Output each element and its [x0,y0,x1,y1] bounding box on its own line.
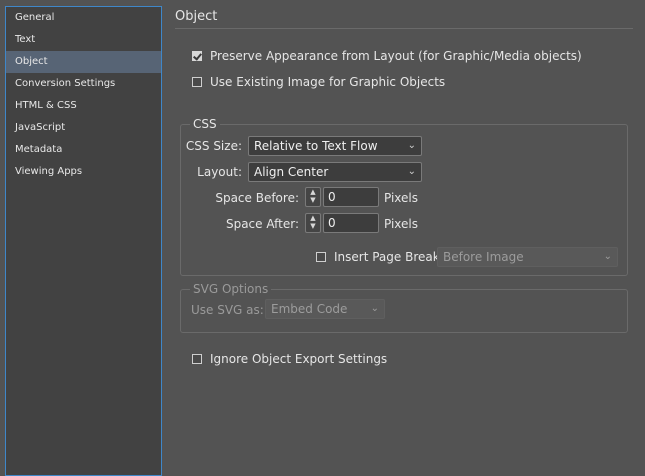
layout-dropdown[interactable]: Align Center ⌄ [248,162,422,182]
space-before-label: Space Before: [215,191,299,205]
space-after-unit: Pixels [384,217,419,231]
css-size-dropdown[interactable]: Relative to Text Flow ⌄ [248,136,422,156]
chevron-down-icon: ⌄ [407,166,416,177]
sidebar-item-text[interactable]: Text [6,29,161,51]
chevron-down-icon: ⌄ [370,303,379,314]
css-group-title: CSS [190,117,220,131]
use-svg-as-value: Embed Code [271,302,348,316]
preserve-appearance-checkbox[interactable] [192,51,202,61]
sidebar-item-general[interactable]: General [6,7,161,29]
sidebar-item-metadata[interactable]: Metadata [6,139,161,161]
layout-value: Align Center [254,165,329,179]
sidebar-item-javascript[interactable]: JavaScript [6,117,161,139]
sidebar-item-conversion-settings[interactable]: Conversion Settings [6,73,161,95]
chevron-down-icon: ⌄ [603,251,612,262]
sidebar-item-viewing-apps[interactable]: Viewing Apps [6,161,161,183]
space-before-unit: Pixels [384,191,419,205]
page-title: Object [175,9,218,24]
layout-label: Layout: [197,165,242,179]
ignore-export-checkbox[interactable] [192,354,202,364]
sidebar-item-object[interactable]: Object [6,51,161,73]
use-svg-as-label: Use SVG as: [191,303,264,317]
space-after-input[interactable]: 0 [323,213,379,233]
space-after-stepper[interactable]: ▲ ▼ [305,213,321,233]
space-before-stepper[interactable]: ▲ ▼ [305,187,321,207]
ignore-export-option[interactable]: Ignore Object Export Settings [192,352,387,366]
page-break-value: Before Image [443,250,524,264]
insert-page-break-label: Insert Page Break [334,250,440,264]
preserve-appearance-option[interactable]: Preserve Appearance from Layout (for Gra… [192,49,582,63]
svg-options-title: SVG Options [190,282,272,296]
space-after-label: Space After: [225,217,299,231]
preserve-appearance-label: Preserve Appearance from Layout (for Gra… [210,49,582,63]
use-existing-image-label: Use Existing Image for Graphic Objects [210,75,446,89]
css-size-value: Relative to Text Flow [254,139,378,153]
sidebar: General Text Object Conversion Settings … [5,6,162,476]
page-break-dropdown[interactable]: Before Image ⌄ [437,247,618,267]
ignore-export-label: Ignore Object Export Settings [210,352,388,366]
space-before-input[interactable]: 0 [323,187,379,207]
use-svg-as-dropdown[interactable]: Embed Code ⌄ [265,299,385,319]
use-existing-image-option[interactable]: Use Existing Image for Graphic Objects [192,75,445,89]
css-size-label: CSS Size: [185,139,242,153]
sidebar-item-html-css[interactable]: HTML & CSS [6,95,161,117]
title-divider [175,28,633,29]
insert-page-break-option[interactable]: Insert Page Break [316,250,440,264]
insert-page-break-checkbox[interactable] [316,252,326,262]
use-existing-image-checkbox[interactable] [192,77,202,87]
chevron-down-icon: ⌄ [407,140,416,151]
